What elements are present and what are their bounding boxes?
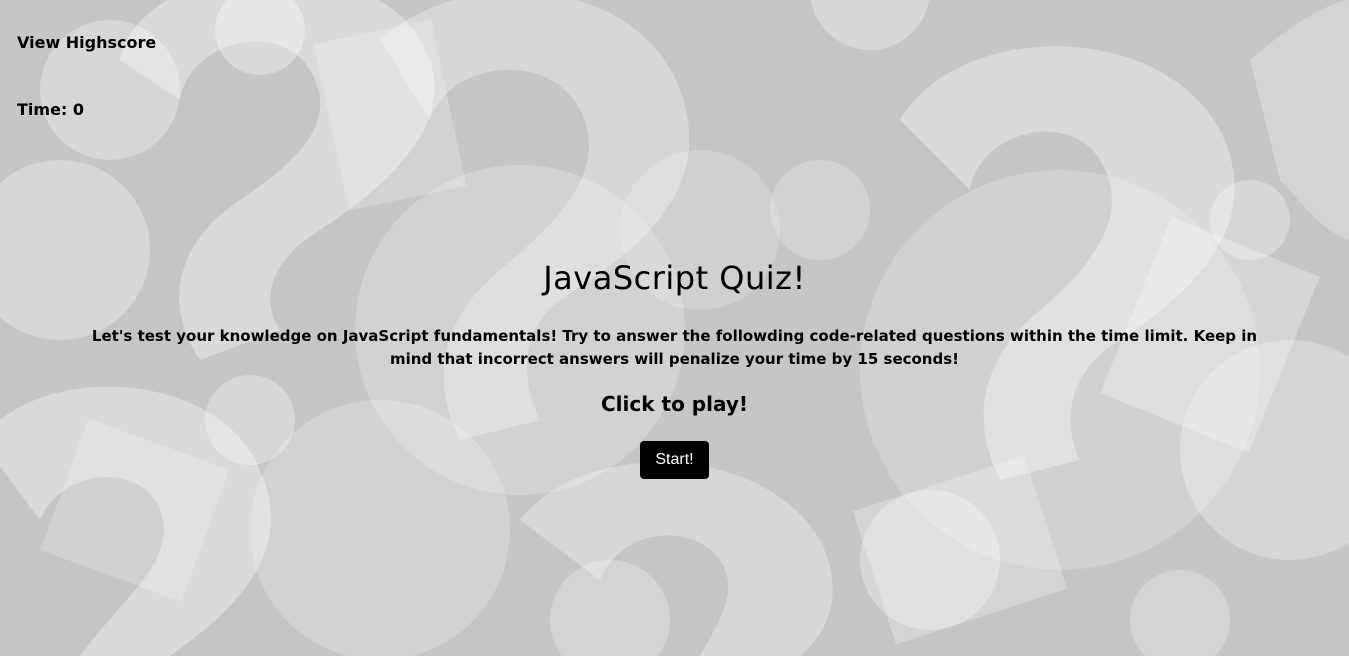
quiz-description: Let's test your knowledge on JavaScript … xyxy=(91,327,1258,368)
quiz-intro-section: JavaScript Quiz! Let's test your knowled… xyxy=(0,255,1349,479)
view-highscore-link[interactable]: View Highscore xyxy=(17,33,156,52)
timer-label: Time: xyxy=(17,100,73,119)
timer-value: 0 xyxy=(72,100,85,119)
timer: Time: 0 xyxy=(17,100,84,119)
start-button[interactable]: Start! xyxy=(640,441,709,479)
page-title: JavaScript Quiz! xyxy=(543,259,806,297)
call-to-action: Click to play! xyxy=(601,392,748,416)
